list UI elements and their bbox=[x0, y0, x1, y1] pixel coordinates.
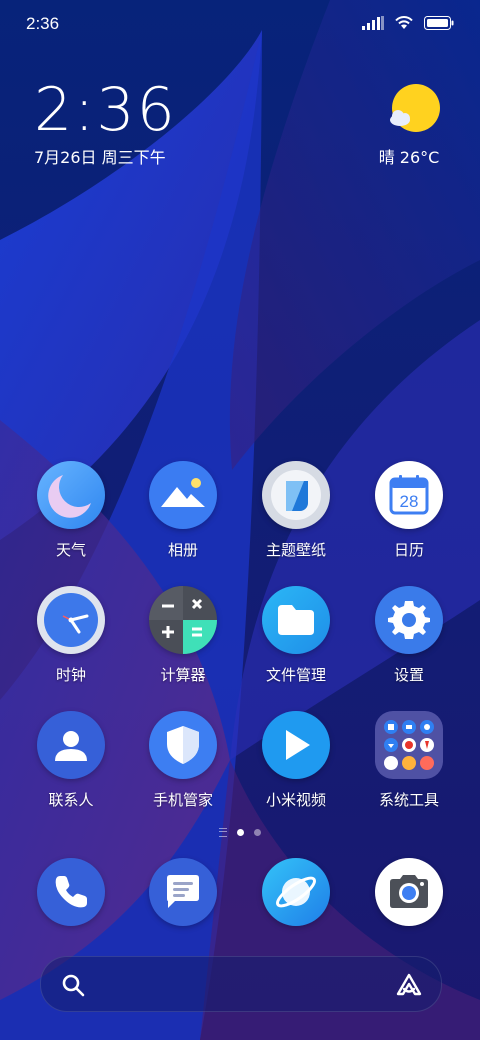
security-shield-icon bbox=[149, 711, 217, 779]
phone-icon bbox=[37, 858, 105, 926]
app-label: 日历 bbox=[393, 541, 424, 559]
app-label: 天气 bbox=[55, 541, 86, 559]
messages-icon bbox=[149, 858, 217, 926]
contacts-icon bbox=[37, 711, 105, 779]
app-security[interactable]: 手机管家 bbox=[127, 711, 239, 810]
app-label: 系统工具 bbox=[378, 791, 439, 809]
status-bar: 2:36 bbox=[0, 0, 480, 50]
clock-time: 2:36 bbox=[34, 75, 177, 145]
app-calculator[interactable]: 计算器 bbox=[127, 586, 239, 685]
app-clock[interactable]: 时钟 bbox=[15, 586, 127, 685]
app-label: 计算器 bbox=[160, 666, 206, 684]
dock-phone[interactable] bbox=[15, 858, 127, 926]
weather-moon-icon bbox=[37, 461, 105, 529]
app-label: 小米视频 bbox=[265, 791, 326, 809]
status-time: 2:36 bbox=[26, 14, 60, 33]
browser-icon bbox=[262, 858, 330, 926]
clock-widget[interactable]: 2:36 7月26日 周三下午 bbox=[34, 78, 177, 168]
app-label: 设置 bbox=[393, 666, 424, 684]
app-calendar[interactable]: 28 日历 bbox=[353, 461, 465, 560]
app-weather[interactable]: 天气 bbox=[15, 461, 127, 560]
themes-icon bbox=[262, 461, 330, 529]
search-bar[interactable] bbox=[40, 956, 442, 1012]
page-dot-active[interactable] bbox=[237, 829, 244, 836]
app-file-manager[interactable]: 文件管理 bbox=[240, 586, 352, 685]
camera-icon bbox=[375, 858, 443, 926]
app-folder-system-tools[interactable]: 系统工具 bbox=[353, 711, 465, 810]
home-menu-icon[interactable] bbox=[219, 828, 227, 837]
status-icons bbox=[362, 15, 454, 34]
gallery-icon bbox=[149, 461, 217, 529]
page-dot[interactable] bbox=[254, 829, 261, 836]
wifi-icon bbox=[394, 15, 414, 34]
app-themes[interactable]: 主题壁纸 bbox=[240, 461, 352, 560]
app-label: 相册 bbox=[167, 541, 198, 559]
app-label: 手机管家 bbox=[152, 791, 213, 809]
dock-camera[interactable] bbox=[353, 858, 465, 926]
battery-icon bbox=[424, 15, 454, 34]
gear-icon bbox=[375, 586, 443, 654]
app-label: 文件管理 bbox=[265, 666, 326, 684]
clock-date: 7月26日 周三下午 bbox=[34, 148, 166, 167]
app-gallery[interactable]: 相册 bbox=[127, 461, 239, 560]
calculator-icon bbox=[149, 586, 217, 654]
app-label: 主题壁纸 bbox=[265, 541, 326, 559]
app-label: 时钟 bbox=[55, 666, 86, 684]
dock-messages[interactable] bbox=[127, 858, 239, 926]
app-label: 联系人 bbox=[48, 791, 94, 809]
folder-icon bbox=[262, 586, 330, 654]
weather-widget[interactable]: 晴 26°C bbox=[379, 82, 444, 168]
clock-icon bbox=[37, 586, 105, 654]
video-play-icon bbox=[262, 711, 330, 779]
calendar-icon: 28 bbox=[375, 461, 443, 529]
calendar-day: 28 bbox=[400, 492, 419, 511]
dock-browser[interactable] bbox=[240, 858, 352, 926]
search-icon[interactable] bbox=[61, 973, 85, 1001]
app-mi-video[interactable]: 小米视频 bbox=[240, 711, 352, 810]
sunny-cloud-icon bbox=[386, 82, 442, 138]
assistant-icon[interactable] bbox=[395, 972, 423, 1002]
signal-icon bbox=[362, 15, 384, 34]
weather-text: 晴 26°C bbox=[378, 148, 440, 167]
folder-grid-icon bbox=[375, 711, 443, 779]
page-indicator[interactable] bbox=[0, 828, 480, 837]
app-contacts[interactable]: 联系人 bbox=[15, 711, 127, 810]
app-settings[interactable]: 设置 bbox=[353, 586, 465, 685]
